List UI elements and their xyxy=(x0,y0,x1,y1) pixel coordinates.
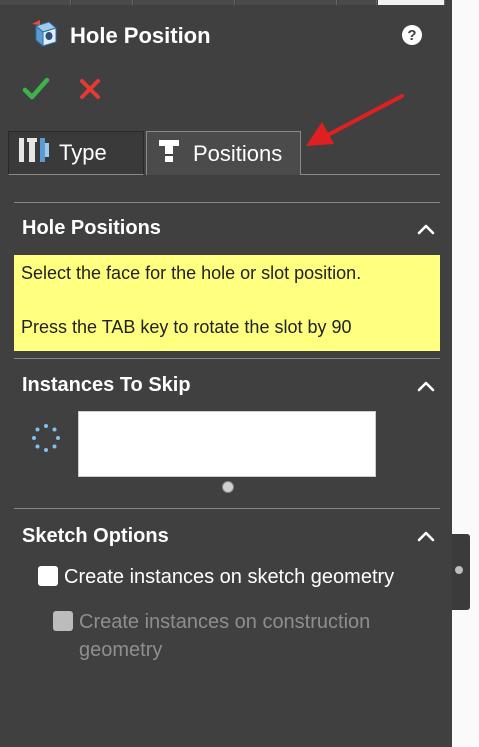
page-title: Hole Position xyxy=(70,22,211,48)
construction-geometry-option: Create instances on construction geometr… xyxy=(53,608,409,664)
message-line-1: Select the face for the hole or slot pos… xyxy=(21,263,362,283)
collapse-chevron-up-icon[interactable] xyxy=(416,379,436,393)
top-tab-stub[interactable] xyxy=(378,0,445,5)
top-tab-stub[interactable] xyxy=(338,0,377,5)
panel-collapse-dot xyxy=(455,566,463,574)
hole-positions-title: Hole Positions xyxy=(22,217,161,239)
collapse-chevron-up-icon[interactable] xyxy=(416,529,436,543)
tab-type-label: Type xyxy=(59,140,107,165)
ok-check-icon[interactable] xyxy=(22,75,50,103)
property-manager-header: Hole Position xyxy=(28,18,211,53)
tab-underline xyxy=(301,174,440,175)
graphics-area-edge xyxy=(452,0,479,747)
construction-geometry-label: Create instances on construction geometr… xyxy=(79,611,371,661)
section-divider xyxy=(14,508,440,509)
top-tab-stub[interactable] xyxy=(134,0,235,5)
hole-wizard-icon xyxy=(28,18,58,53)
top-tab-stub[interactable] xyxy=(72,0,133,5)
sketch-geometry-label: Create instances on sketch geometry xyxy=(64,566,395,588)
sketch-options-title: Sketch Options xyxy=(22,525,169,547)
top-tab-stub[interactable] xyxy=(236,0,337,5)
annotation-arrow-icon xyxy=(306,94,404,146)
message-line-2: Press the TAB key to rotate the slot by … xyxy=(21,317,352,337)
tab-positions-label: Positions xyxy=(193,140,283,166)
collapse-chevron-up-icon[interactable] xyxy=(416,222,436,236)
instances-to-skip-list[interactable] xyxy=(78,411,376,477)
instances-selection-icon[interactable] xyxy=(31,423,61,453)
hole-positions-message: Select the face for the hole or slot pos… xyxy=(14,255,440,351)
cancel-x-icon[interactable] xyxy=(78,77,102,101)
tab-positions[interactable]: Positions xyxy=(146,131,301,175)
type-tab-icon xyxy=(17,135,51,171)
instances-to-skip-title: Instances To Skip xyxy=(22,374,191,396)
construction-geometry-checkbox xyxy=(53,611,73,631)
section-divider xyxy=(14,358,440,359)
tab-type[interactable]: Type xyxy=(8,131,144,175)
sketch-geometry-checkbox[interactable] xyxy=(38,566,58,586)
top-tab-stub[interactable] xyxy=(0,0,71,5)
section-divider xyxy=(14,202,440,203)
list-resize-handle[interactable] xyxy=(222,481,234,493)
help-icon[interactable]: ? xyxy=(402,25,422,45)
sketch-geometry-option[interactable]: Create instances on sketch geometry xyxy=(38,563,394,591)
positions-tab-icon xyxy=(155,136,185,172)
